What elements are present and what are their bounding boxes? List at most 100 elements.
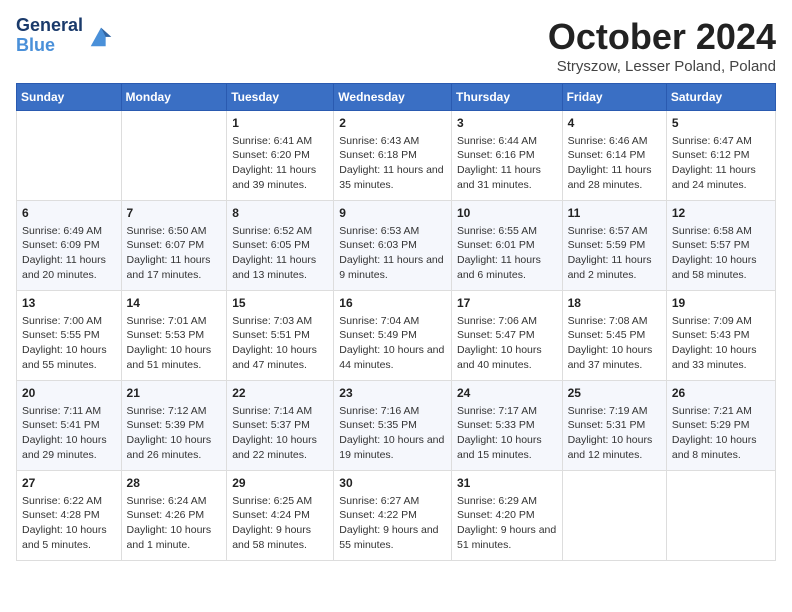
calendar-week-row: 6 Sunrise: 6:49 AM Sunset: 6:09 PM Daylig… bbox=[17, 201, 776, 291]
page-header: GeneralBlue October 2024 Stryszow, Lesse… bbox=[16, 16, 776, 75]
day-info: Sunrise: 7:17 AM Sunset: 5:33 PM Dayligh… bbox=[457, 404, 557, 463]
calendar-cell bbox=[666, 471, 775, 561]
day-of-week-header: Tuesday bbox=[227, 84, 334, 111]
calendar-week-row: 27 Sunrise: 6:22 AM Sunset: 4:28 PM Dayli… bbox=[17, 471, 776, 561]
day-number: 22 bbox=[232, 385, 328, 402]
calendar-cell: 24 Sunrise: 7:17 AM Sunset: 5:33 PM Dayli… bbox=[451, 381, 562, 471]
calendar-cell: 20 Sunrise: 7:11 AM Sunset: 5:41 PM Dayli… bbox=[17, 381, 122, 471]
day-info: Sunrise: 7:19 AM Sunset: 5:31 PM Dayligh… bbox=[568, 404, 661, 463]
day-info: Sunrise: 6:53 AM Sunset: 6:03 PM Dayligh… bbox=[339, 224, 446, 283]
day-number: 24 bbox=[457, 385, 557, 402]
day-info: Sunrise: 6:52 AM Sunset: 6:05 PM Dayligh… bbox=[232, 224, 328, 283]
calendar-cell: 16Sunrise: 7:04 AM Sunset: 5:49 PM Dayli… bbox=[334, 291, 452, 381]
day-info: Sunrise: 7:16 AM Sunset: 5:35 PM Dayligh… bbox=[339, 404, 446, 463]
day-number: 23 bbox=[339, 385, 446, 402]
day-info: Sunrise: 6:29 AM Sunset: 4:20 PM Dayligh… bbox=[457, 494, 557, 553]
day-number: 19 bbox=[672, 295, 770, 312]
day-info: Sunrise: 7:08 AM Sunset: 5:45 PM Dayligh… bbox=[568, 314, 661, 373]
calendar-cell: 12 Sunrise: 6:58 AM Sunset: 5:57 PM Dayli… bbox=[666, 201, 775, 291]
day-number: 8 bbox=[232, 205, 328, 222]
day-info: Sunrise: 7:21 AM Sunset: 5:29 PM Dayligh… bbox=[672, 404, 770, 463]
day-number: 28 bbox=[127, 475, 222, 492]
day-number: 18 bbox=[568, 295, 661, 312]
day-number: 30 bbox=[339, 475, 446, 492]
day-number: 13 bbox=[22, 295, 116, 312]
day-number: 7 bbox=[127, 205, 222, 222]
calendar-cell: 1Sunrise: 6:41 AM Sunset: 6:20 PM Daylig… bbox=[227, 111, 334, 201]
day-number: 27 bbox=[22, 475, 116, 492]
calendar-cell: 2 Sunrise: 6:43 AM Sunset: 6:18 PM Daylig… bbox=[334, 111, 452, 201]
calendar-cell: 29 Sunrise: 6:25 AM Sunset: 4:24 PM Dayli… bbox=[227, 471, 334, 561]
calendar-table: SundayMondayTuesdayWednesdayThursdayFrid… bbox=[16, 83, 776, 561]
day-of-week-header: Thursday bbox=[451, 84, 562, 111]
day-number: 25 bbox=[568, 385, 661, 402]
day-number: 21 bbox=[127, 385, 222, 402]
calendar-cell bbox=[562, 471, 666, 561]
calendar-cell: 15 Sunrise: 7:03 AM Sunset: 5:51 PM Dayli… bbox=[227, 291, 334, 381]
calendar-header-row: SundayMondayTuesdayWednesdayThursdayFrid… bbox=[17, 84, 776, 111]
calendar-cell bbox=[17, 111, 122, 201]
logo-icon bbox=[87, 22, 115, 50]
day-info: Sunrise: 6:46 AM Sunset: 6:14 PM Dayligh… bbox=[568, 134, 661, 193]
day-of-week-header: Sunday bbox=[17, 84, 122, 111]
calendar-cell: 11 Sunrise: 6:57 AM Sunset: 5:59 PM Dayli… bbox=[562, 201, 666, 291]
calendar-cell: 30 Sunrise: 6:27 AM Sunset: 4:22 PM Dayli… bbox=[334, 471, 452, 561]
calendar-cell: 7Sunrise: 6:50 AM Sunset: 6:07 PM Daylig… bbox=[121, 201, 227, 291]
calendar-cell: 10 Sunrise: 6:55 AM Sunset: 6:01 PM Dayli… bbox=[451, 201, 562, 291]
day-number: 31 bbox=[457, 475, 557, 492]
day-info: Sunrise: 6:25 AM Sunset: 4:24 PM Dayligh… bbox=[232, 494, 328, 553]
calendar-cell: 23 Sunrise: 7:16 AM Sunset: 5:35 PM Dayli… bbox=[334, 381, 452, 471]
calendar-cell: 9Sunrise: 6:53 AM Sunset: 6:03 PM Daylig… bbox=[334, 201, 452, 291]
day-of-week-header: Friday bbox=[562, 84, 666, 111]
calendar-cell: 17Sunrise: 7:06 AM Sunset: 5:47 PM Dayli… bbox=[451, 291, 562, 381]
day-number: 11 bbox=[568, 205, 661, 222]
day-info: Sunrise: 7:14 AM Sunset: 5:37 PM Dayligh… bbox=[232, 404, 328, 463]
calendar-cell: 3Sunrise: 6:44 AM Sunset: 6:16 PM Daylig… bbox=[451, 111, 562, 201]
day-number: 6 bbox=[22, 205, 116, 222]
logo-blue: Blue bbox=[16, 35, 55, 55]
day-info: Sunrise: 7:04 AM Sunset: 5:49 PM Dayligh… bbox=[339, 314, 446, 373]
day-number: 20 bbox=[22, 385, 116, 402]
day-info: Sunrise: 6:27 AM Sunset: 4:22 PM Dayligh… bbox=[339, 494, 446, 553]
day-info: Sunrise: 7:11 AM Sunset: 5:41 PM Dayligh… bbox=[22, 404, 116, 463]
day-info: Sunrise: 6:57 AM Sunset: 5:59 PM Dayligh… bbox=[568, 224, 661, 283]
day-info: Sunrise: 7:01 AM Sunset: 5:53 PM Dayligh… bbox=[127, 314, 222, 373]
calendar-cell: 27 Sunrise: 6:22 AM Sunset: 4:28 PM Dayli… bbox=[17, 471, 122, 561]
logo-text: GeneralBlue bbox=[16, 16, 83, 56]
day-number: 3 bbox=[457, 115, 557, 132]
day-number: 5 bbox=[672, 115, 770, 132]
calendar-week-row: 13Sunrise: 7:00 AM Sunset: 5:55 PM Dayli… bbox=[17, 291, 776, 381]
title-block: October 2024 Stryszow, Lesser Poland, Po… bbox=[548, 16, 776, 75]
day-number: 4 bbox=[568, 115, 661, 132]
day-info: Sunrise: 6:55 AM Sunset: 6:01 PM Dayligh… bbox=[457, 224, 557, 283]
day-info: Sunrise: 6:22 AM Sunset: 4:28 PM Dayligh… bbox=[22, 494, 116, 553]
day-info: Sunrise: 6:43 AM Sunset: 6:18 PM Dayligh… bbox=[339, 134, 446, 193]
day-number: 15 bbox=[232, 295, 328, 312]
calendar-week-row: 1Sunrise: 6:41 AM Sunset: 6:20 PM Daylig… bbox=[17, 111, 776, 201]
day-info: Sunrise: 6:58 AM Sunset: 5:57 PM Dayligh… bbox=[672, 224, 770, 283]
day-info: Sunrise: 6:49 AM Sunset: 6:09 PM Dayligh… bbox=[22, 224, 116, 283]
location-title: Stryszow, Lesser Poland, Poland bbox=[548, 58, 776, 75]
day-info: Sunrise: 6:41 AM Sunset: 6:20 PM Dayligh… bbox=[232, 134, 328, 193]
day-info: Sunrise: 7:03 AM Sunset: 5:51 PM Dayligh… bbox=[232, 314, 328, 373]
calendar-cell: 13Sunrise: 7:00 AM Sunset: 5:55 PM Dayli… bbox=[17, 291, 122, 381]
calendar-cell: 18 Sunrise: 7:08 AM Sunset: 5:45 PM Dayli… bbox=[562, 291, 666, 381]
day-number: 2 bbox=[339, 115, 446, 132]
calendar-cell: 19Sunrise: 7:09 AM Sunset: 5:43 PM Dayli… bbox=[666, 291, 775, 381]
calendar-cell: 14 Sunrise: 7:01 AM Sunset: 5:53 PM Dayli… bbox=[121, 291, 227, 381]
day-of-week-header: Monday bbox=[121, 84, 227, 111]
calendar-cell: 5 Sunrise: 6:47 AM Sunset: 6:12 PM Daylig… bbox=[666, 111, 775, 201]
day-number: 10 bbox=[457, 205, 557, 222]
calendar-week-row: 20 Sunrise: 7:11 AM Sunset: 5:41 PM Dayli… bbox=[17, 381, 776, 471]
logo: GeneralBlue bbox=[16, 16, 115, 56]
day-number: 14 bbox=[127, 295, 222, 312]
day-info: Sunrise: 6:24 AM Sunset: 4:26 PM Dayligh… bbox=[127, 494, 222, 553]
day-number: 29 bbox=[232, 475, 328, 492]
day-info: Sunrise: 7:06 AM Sunset: 5:47 PM Dayligh… bbox=[457, 314, 557, 373]
day-info: Sunrise: 6:47 AM Sunset: 6:12 PM Dayligh… bbox=[672, 134, 770, 193]
calendar-cell: 31 Sunrise: 6:29 AM Sunset: 4:20 PM Dayli… bbox=[451, 471, 562, 561]
calendar-cell: 8 Sunrise: 6:52 AM Sunset: 6:05 PM Daylig… bbox=[227, 201, 334, 291]
day-number: 12 bbox=[672, 205, 770, 222]
day-of-week-header: Saturday bbox=[666, 84, 775, 111]
day-of-week-header: Wednesday bbox=[334, 84, 452, 111]
